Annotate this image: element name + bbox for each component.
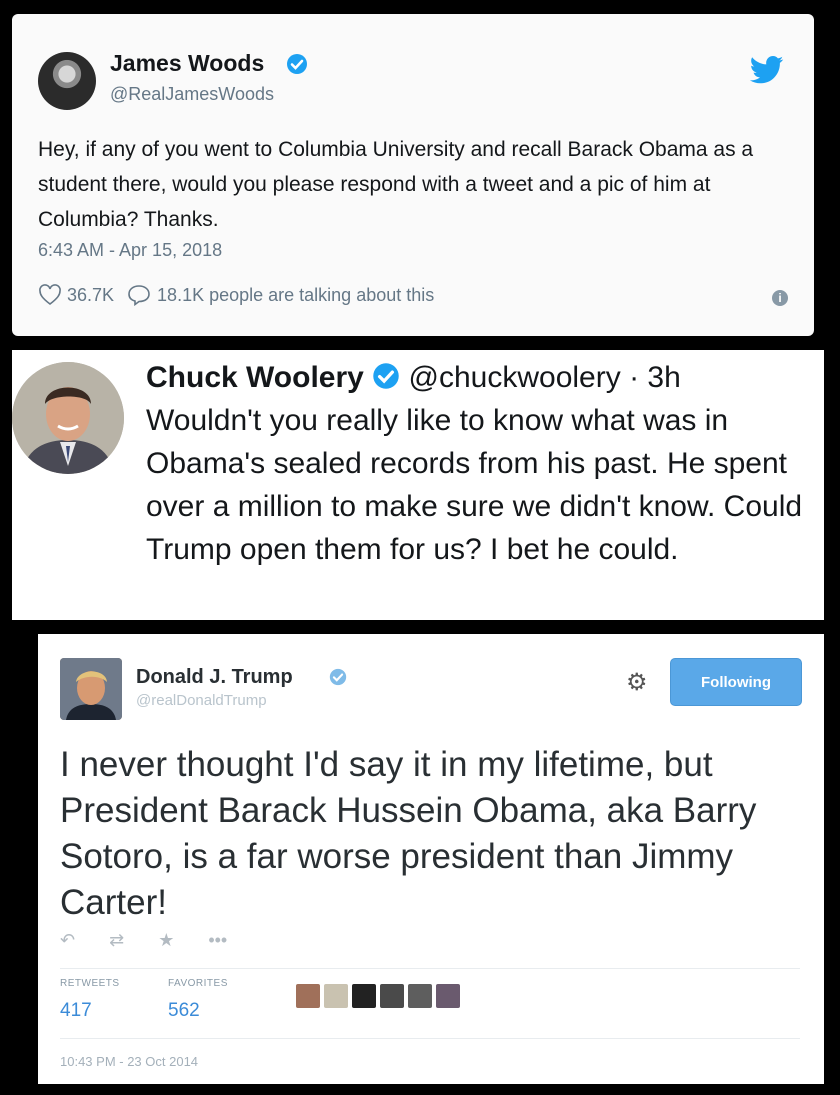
verified-badge-icon <box>373 363 399 389</box>
tweet-chuck-woolery: Chuck Woolery @chuckwoolery · 3h Wouldn'… <box>12 350 824 620</box>
retweets-count[interactable]: 417 <box>60 1000 92 1022</box>
twitter-bird-icon[interactable] <box>750 56 784 84</box>
avatar[interactable] <box>12 362 124 474</box>
avatar[interactable] <box>38 52 96 110</box>
verified-badge-icon <box>287 54 307 74</box>
timestamp[interactable]: 6:43 AM - Apr 15, 2018 <box>38 240 222 261</box>
tweet-text-block: Chuck Woolery @chuckwoolery · 3h Wouldn'… <box>146 356 824 571</box>
author-handle[interactable]: @chuckwoolery <box>409 361 621 394</box>
author-name[interactable]: Chuck Woolery <box>146 361 364 394</box>
speech-bubble-icon[interactable] <box>126 284 152 306</box>
favoriter-avatar[interactable] <box>380 984 404 1008</box>
favorites-count[interactable]: 562 <box>168 1000 200 1022</box>
tweet-text: Wouldn't you really like to know what wa… <box>146 404 803 566</box>
info-icon[interactable]: i <box>772 290 788 306</box>
divider <box>60 968 800 969</box>
verified-badge-icon <box>329 668 347 686</box>
author-name[interactable]: James Woods <box>110 50 264 77</box>
favorite-icon[interactable]: ★ <box>158 930 174 951</box>
retweet-icon[interactable]: ⇄ <box>109 930 124 951</box>
following-button[interactable]: Following <box>670 658 802 706</box>
author-handle[interactable]: @RealJamesWoods <box>110 84 274 105</box>
favoriter-avatar[interactable] <box>408 984 432 1008</box>
heart-icon[interactable] <box>38 284 62 306</box>
talking-count[interactable]: 18.1K people are talking about this <box>157 285 434 306</box>
timestamp[interactable]: 10:43 PM - 23 Oct 2014 <box>60 1054 198 1069</box>
favorites-label: FAVORITES <box>168 978 228 989</box>
author-name[interactable]: Donald J. Trump <box>136 666 293 689</box>
favoriters-avatars <box>296 984 460 1008</box>
tweet-james-woods: James Woods @RealJamesWoods Hey, if any … <box>12 14 814 336</box>
more-icon[interactable]: ••• <box>208 930 227 951</box>
favoriter-avatar[interactable] <box>296 984 320 1008</box>
tweet-age[interactable]: · 3h <box>629 361 681 394</box>
tweet-text: I never thought I'd say it in my lifetim… <box>60 745 757 922</box>
tweet-text: Hey, if any of you went to Columbia Univ… <box>38 138 754 231</box>
author-handle[interactable]: @realDonaldTrump <box>136 692 267 709</box>
avatar[interactable] <box>60 658 122 720</box>
favoriter-avatar[interactable] <box>436 984 460 1008</box>
avatar-portrait <box>12 362 124 474</box>
avatar-portrait <box>60 658 122 720</box>
retweets-label: RETWEETS <box>60 978 120 989</box>
favoriter-avatar[interactable] <box>324 984 348 1008</box>
gear-icon[interactable]: ⚙ <box>626 668 648 697</box>
reply-icon[interactable]: ↶ <box>60 930 75 951</box>
divider <box>60 1038 800 1039</box>
favoriter-avatar[interactable] <box>352 984 376 1008</box>
engagement-stats: 36.7K 18.1K people are talking about thi… <box>38 284 434 306</box>
tweet-donald-trump: Donald J. Trump @realDonaldTrump ⚙ Follo… <box>38 634 824 1084</box>
like-count: 36.7K <box>67 284 115 305</box>
tweet-actions: ↶ ⇄ ★ ••• <box>60 930 227 951</box>
